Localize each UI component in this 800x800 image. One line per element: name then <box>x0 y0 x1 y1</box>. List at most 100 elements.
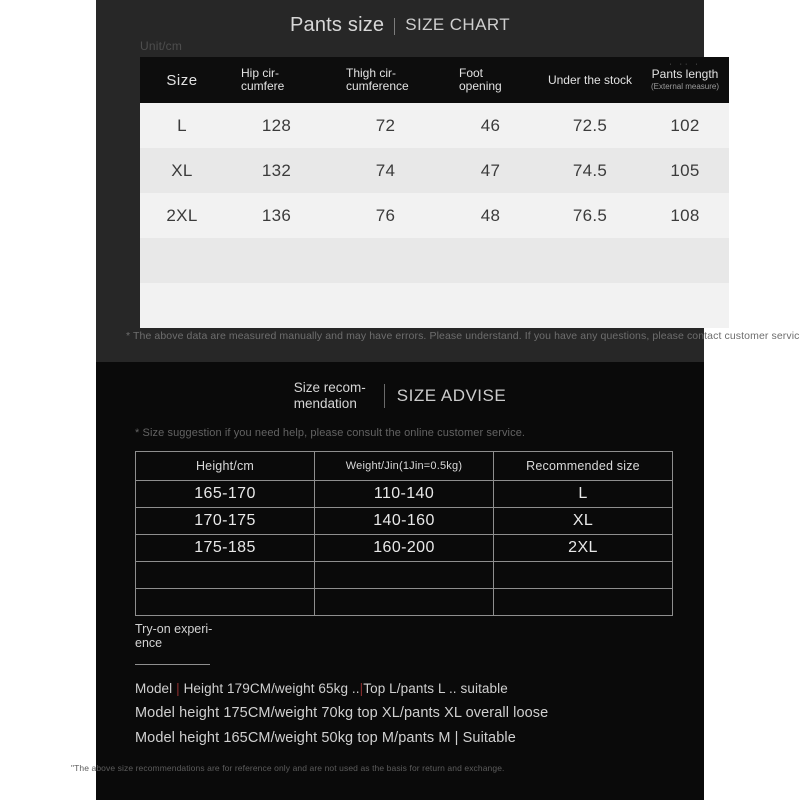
cell-height <box>135 561 315 589</box>
size-advise-note: * Size suggestion if you need help, plea… <box>135 427 526 439</box>
tryon-title-rule <box>135 664 210 665</box>
cell-under-stock: 76.5 <box>539 193 641 238</box>
cell-under-stock: 72.5 <box>539 103 641 148</box>
cell-size <box>140 283 224 328</box>
cell-pants-length: 102 <box>641 103 729 148</box>
size-chart-table: Size Hip cir- cumfere Thigh cir- cumfere… <box>140 57 729 328</box>
cell-height <box>135 588 315 616</box>
column-header-pants-length: · ·· · Pants length (External measure) <box>641 57 729 103</box>
size-advise-table-head: Height/cm Weight/Jin(1Jin=0.5kg) Recomme… <box>135 451 673 481</box>
table-row <box>135 588 673 616</box>
cell-weight: 160-200 <box>314 534 494 562</box>
column-header-hip-line1: Hip cir- <box>241 66 279 80</box>
size-advise-title-secondary: SIZE ADVISE <box>396 386 507 405</box>
tryon-line3-part-a: Model height 165CM/weight 50kg top M/pan… <box>135 730 455 746</box>
size-chart-heading: Pants size SIZE CHART <box>96 13 704 37</box>
cell-thigh: 76 <box>329 193 442 238</box>
cell-recommended-size <box>493 561 673 589</box>
tryon-line1-part-a: Model <box>135 681 177 696</box>
column-header-recommended-size: Recommended size <box>493 451 673 481</box>
table-row: 170-175 140-160 XL <box>135 507 673 535</box>
cell-weight: 140-160 <box>314 507 494 535</box>
cell-foot: 46 <box>442 103 539 148</box>
table-row <box>140 283 729 328</box>
column-header-foot-line2: opening <box>459 79 502 93</box>
column-header-thigh-line2: cumference <box>346 79 409 93</box>
column-header-hip-circumference: Hip cir- cumfere <box>224 57 329 103</box>
cell-size: L <box>140 103 224 148</box>
column-header-height: Height/cm <box>135 451 315 481</box>
cell-foot: 48 <box>442 193 539 238</box>
cell-hip: 136 <box>224 193 329 238</box>
column-header-thigh-circumference: Thigh cir- cumference <box>329 57 442 103</box>
table-header-row: Height/cm Weight/Jin(1Jin=0.5kg) Recomme… <box>135 451 673 481</box>
tryon-line1-part-c: Top L/pants L .. suitable <box>363 681 508 696</box>
column-header-under-the-stock: Under the stock <box>539 57 641 103</box>
cell-thigh: 74 <box>329 148 442 193</box>
cell-recommended-size: XL <box>493 507 673 535</box>
tryon-experience-section: Try-on experi- ence Model | Height 179CM… <box>135 622 675 751</box>
cell-under-stock <box>539 283 641 328</box>
cell-size <box>140 238 224 283</box>
cell-pants-length <box>641 283 729 328</box>
cell-pants-length: 105 <box>641 148 729 193</box>
tryon-title-line2: ence <box>135 636 163 650</box>
column-header-size: Size <box>140 57 224 103</box>
table-row: L 128 72 46 72.5 102 <box>140 103 729 148</box>
cell-pants-length <box>641 238 729 283</box>
table-row: 165-170 110-140 L <box>135 480 673 508</box>
cell-recommended-size: 2XL <box>493 534 673 562</box>
table-row: 2XL 136 76 48 76.5 108 <box>140 193 729 238</box>
size-advise-table: Height/cm Weight/Jin(1Jin=0.5kg) Recomme… <box>135 451 673 616</box>
size-advise-title-line1: Size recom- <box>293 380 366 395</box>
table-row: XL 132 74 47 74.5 105 <box>140 148 729 193</box>
advise-title-divider-icon <box>383 384 385 408</box>
tryon-line3-part-b: Suitable <box>458 730 516 746</box>
column-header-foot-line1: Foot <box>459 66 484 80</box>
tryon-model-line-2: Model height 175CM/weight 70kg top XL/pa… <box>135 705 549 721</box>
cell-height: 175-185 <box>135 534 315 562</box>
cell-weight <box>314 588 494 616</box>
cell-height: 165-170 <box>135 480 315 508</box>
cell-height: 170-175 <box>135 507 315 535</box>
cell-recommended-size <box>493 588 673 616</box>
cell-hip <box>224 238 329 283</box>
size-chart-page: Pants size SIZE CHART Unit/cm Size Hip c… <box>0 0 800 800</box>
size-advise-panel: Size recom- mendation SIZE ADVISE * Size… <box>71 362 704 800</box>
size-advise-title-line2: mendation <box>293 396 357 411</box>
cell-foot <box>442 238 539 283</box>
size-advise-bottom-disclaimer: "The above size recommendations are for … <box>71 763 505 773</box>
size-advise-table-body: 165-170 110-140 L 170-175 140-160 XL 175… <box>135 480 673 616</box>
table-header-row: Size Hip cir- cumfere Thigh cir- cumfere… <box>140 57 729 103</box>
cell-pants-length: 108 <box>641 193 729 238</box>
table-row <box>135 561 673 589</box>
cell-weight <box>314 561 494 589</box>
column-header-hip-line2: cumfere <box>241 79 285 93</box>
size-advise-heading: Size recom- mendation SIZE ADVISE <box>96 380 704 412</box>
cell-thigh <box>329 238 442 283</box>
column-header-pants-length-sub: (External measure) <box>650 82 720 91</box>
cell-hip: 128 <box>224 103 329 148</box>
cell-size: XL <box>140 148 224 193</box>
tryon-line1-part-b: Height 179CM/weight 65kg .. <box>179 681 360 696</box>
unit-label: Unit/cm <box>140 39 183 53</box>
title-divider-icon <box>394 17 396 35</box>
column-header-foot-opening: Foot opening <box>442 57 539 103</box>
cell-thigh: 72 <box>329 103 442 148</box>
cell-weight: 110-140 <box>314 480 494 508</box>
cell-under-stock <box>539 238 641 283</box>
tryon-title-line1: Try-on experi- <box>135 622 213 636</box>
cell-hip: 132 <box>224 148 329 193</box>
size-chart-title-primary: Pants size <box>289 14 385 36</box>
size-chart-disclaimer: * The above data are measured manually a… <box>126 330 800 342</box>
cell-under-stock: 74.5 <box>539 148 641 193</box>
cell-size: 2XL <box>140 193 224 238</box>
tryon-experience-title: Try-on experi- ence <box>135 622 217 650</box>
size-chart-table-head: Size Hip cir- cumfere Thigh cir- cumfere… <box>140 57 729 103</box>
column-header-thigh-line1: Thigh cir- <box>346 66 397 80</box>
cell-foot: 47 <box>442 148 539 193</box>
cell-foot <box>442 283 539 328</box>
table-row: 175-185 160-200 2XL <box>135 534 673 562</box>
size-chart-panel: Pants size SIZE CHART Unit/cm Size Hip c… <box>96 0 800 362</box>
column-header-weight: Weight/Jin(1Jin=0.5kg) <box>314 451 494 481</box>
